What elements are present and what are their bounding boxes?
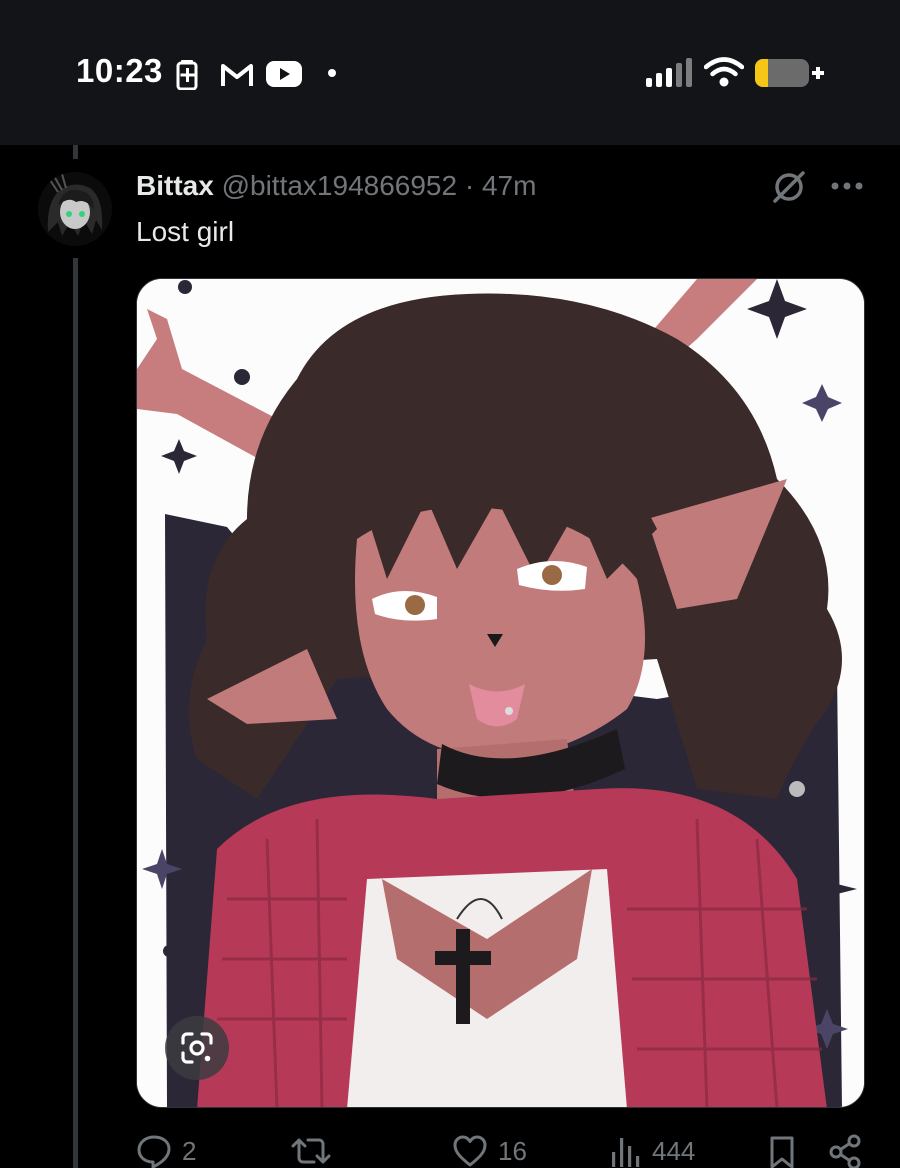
views-button[interactable]: 444 <box>610 1134 695 1168</box>
share-icon <box>829 1134 861 1168</box>
heart-icon <box>453 1135 487 1167</box>
reply-icon <box>137 1135 171 1168</box>
like-count: 16 <box>498 1135 527 1166</box>
gmail-icon <box>221 64 253 86</box>
illustration <box>137 279 864 1107</box>
google-lens-button[interactable] <box>165 1016 229 1080</box>
battery-icon <box>755 59 824 87</box>
tweet-header: Bittax @bittax194866952 · 47m <box>136 170 536 202</box>
tweet-text: Lost girl <box>136 216 235 247</box>
author-name[interactable]: Bittax <box>136 170 214 201</box>
retweet-button[interactable] <box>290 1134 342 1168</box>
header-separator: · <box>464 170 475 201</box>
views-icon <box>612 1138 640 1167</box>
more-icon[interactable] <box>830 180 864 192</box>
wifi-icon <box>704 57 744 87</box>
battery-saver-icon <box>176 60 198 90</box>
bookmark-icon <box>770 1136 794 1168</box>
thread-line-top <box>73 145 78 159</box>
dot-icon <box>328 69 336 77</box>
status-time: 10:23 <box>76 52 163 89</box>
bookmark-button[interactable] <box>768 1134 796 1168</box>
status-bar: 10:23 <box>0 0 900 145</box>
reply-button[interactable]: 2 <box>136 1134 196 1168</box>
youtube-icon <box>266 61 302 87</box>
like-button[interactable]: 16 <box>452 1134 527 1168</box>
tweet-media[interactable] <box>136 278 865 1108</box>
thread-line <box>73 258 78 1168</box>
tweet-timestamp[interactable]: 47m <box>482 170 536 201</box>
reply-count: 2 <box>182 1135 197 1166</box>
retweet-icon <box>291 1138 331 1164</box>
author-handle[interactable]: @bittax194866952 <box>222 170 458 201</box>
share-button[interactable] <box>828 1134 862 1168</box>
signal-icon <box>646 58 692 87</box>
grok-icon[interactable] <box>770 168 808 206</box>
google-lens-icon <box>181 1032 213 1064</box>
avatar-image <box>38 172 112 246</box>
avatar[interactable] <box>38 172 112 246</box>
views-count: 444 <box>652 1135 696 1166</box>
